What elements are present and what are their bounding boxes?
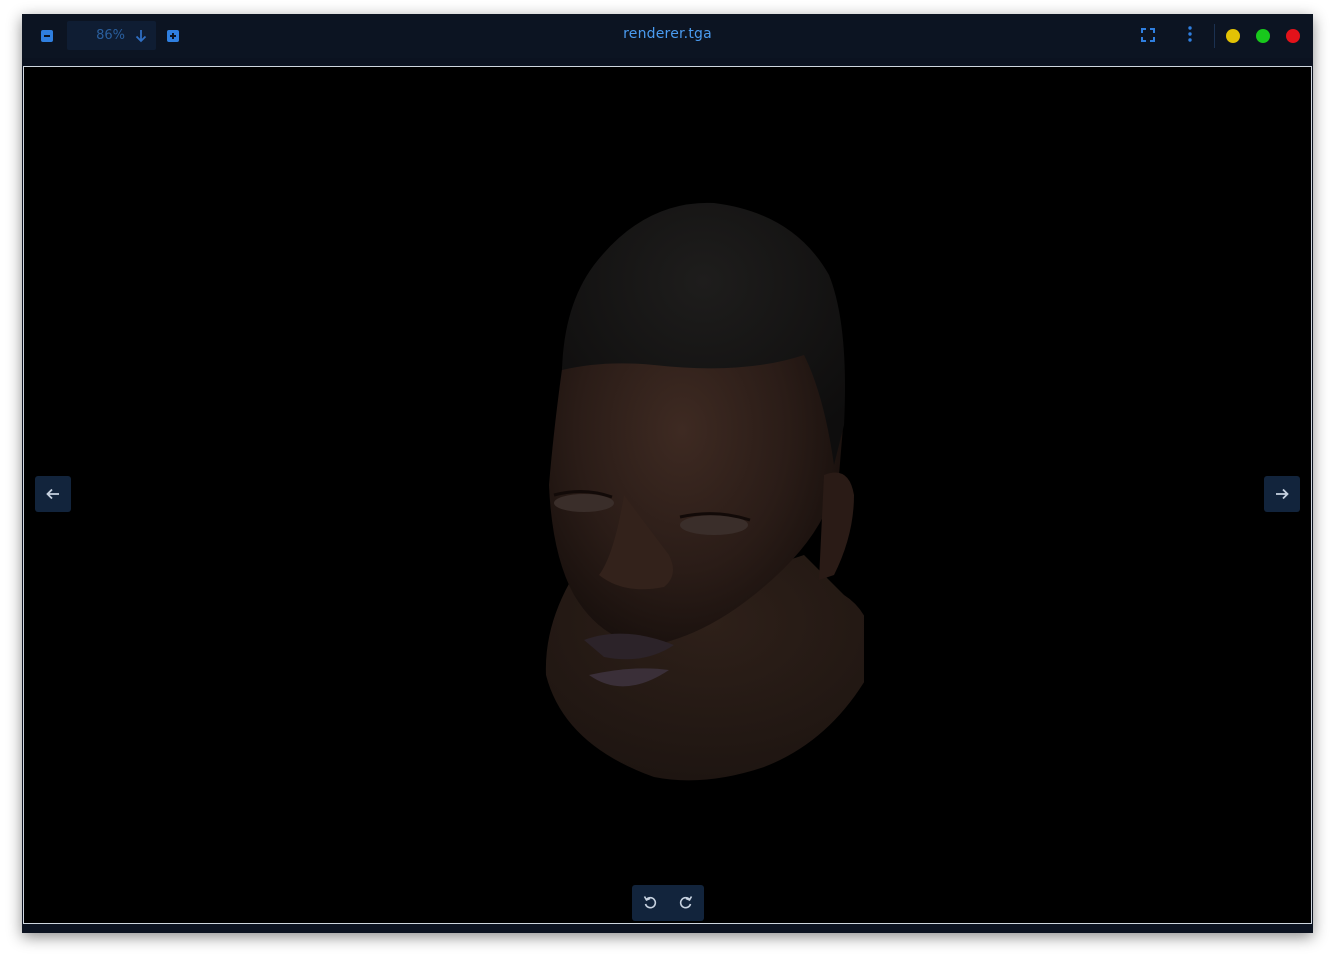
arrow-down-icon	[135, 28, 147, 47]
more-options-button[interactable]	[1181, 26, 1199, 46]
rotate-right-button[interactable]	[676, 893, 696, 913]
zoom-level-value: 86%	[96, 28, 125, 43]
vertical-ellipsis-icon	[1187, 26, 1193, 46]
maximize-button[interactable]	[1256, 29, 1270, 43]
fullscreen-button[interactable]	[1139, 27, 1157, 45]
minimize-button[interactable]	[1226, 29, 1240, 43]
plus-square-icon	[167, 30, 179, 42]
rotate-cw-icon	[679, 894, 693, 913]
previous-image-button[interactable]	[35, 476, 71, 512]
arrow-left-icon	[46, 485, 60, 504]
zoom-in-button[interactable]	[164, 27, 182, 45]
title-bar: 86% renderer.tga	[22, 14, 1313, 58]
next-image-button[interactable]	[1264, 476, 1300, 512]
rotate-left-button[interactable]	[640, 893, 660, 913]
rotate-ccw-icon	[643, 894, 657, 913]
zoom-out-button[interactable]	[38, 27, 56, 45]
zoom-level-dropdown[interactable]: 86%	[67, 21, 156, 50]
arrow-right-icon	[1275, 485, 1289, 504]
close-button[interactable]	[1286, 29, 1300, 43]
window-title: renderer.tga	[623, 26, 712, 42]
image-viewer-window: 86% renderer.tga	[22, 14, 1313, 933]
fullscreen-icon	[1141, 27, 1155, 46]
rendered-head-image	[545, 202, 864, 781]
toolbar-divider	[1214, 24, 1215, 48]
image-canvas	[23, 66, 1312, 924]
minus-square-icon	[41, 30, 53, 42]
rotate-toolbar	[632, 885, 704, 921]
